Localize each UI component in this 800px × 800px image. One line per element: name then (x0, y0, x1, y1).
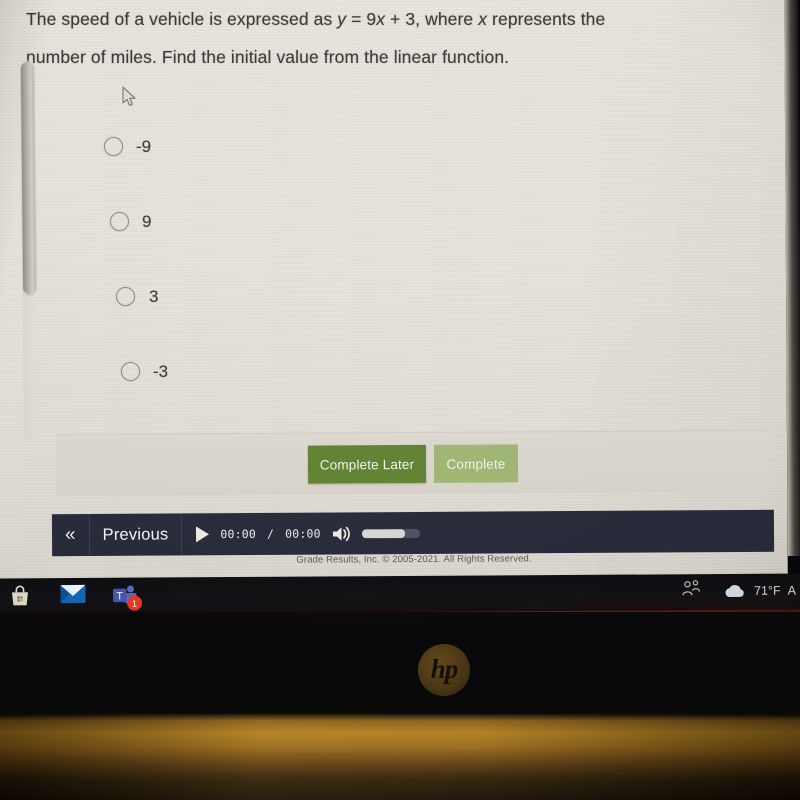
hp-logo: hp (418, 644, 470, 696)
question-line1-part-d: represents the (487, 9, 606, 29)
variable-x-2: x (478, 9, 488, 29)
answer-option-label: -9 (136, 137, 152, 156)
variable-y: y (337, 9, 347, 29)
cloud-icon (725, 585, 744, 597)
desk-surface (0, 714, 800, 800)
mouse-pointer-icon (122, 86, 136, 107)
weather-widget[interactable]: 71°F A (723, 583, 796, 599)
microsoft-teams-icon[interactable]: T 1 (112, 584, 143, 611)
question-line1-part-c: + 3, where (385, 9, 479, 29)
media-controls: 00:00 / 00:00 (182, 512, 434, 556)
total-time: 00:00 (285, 526, 321, 541)
radio-button-icon[interactable] (121, 362, 140, 381)
radio-button-icon[interactable] (110, 212, 129, 231)
complete-later-button[interactable]: Complete Later (307, 444, 427, 484)
question-line1-part-b: = 9 (346, 9, 377, 29)
laptop-photo: The speed of a vehicle is expressed as y… (0, 0, 800, 800)
play-icon[interactable] (196, 526, 210, 543)
svg-text:T: T (116, 590, 123, 602)
complete-button[interactable]: Complete (433, 444, 519, 483)
weather-condition: A (787, 583, 797, 598)
previous-button[interactable]: Previous (89, 513, 183, 556)
answer-option-label: 9 (142, 212, 152, 231)
answer-options-list: -9 9 3 -3 (0, 128, 560, 428)
time-separator: / (266, 526, 275, 541)
answer-option[interactable]: 3 (0, 278, 560, 353)
answer-option[interactable]: -3 (0, 353, 560, 428)
previous-chevron-button[interactable]: « (51, 513, 90, 557)
answer-option[interactable]: 9 (0, 203, 560, 278)
action-bar: Complete Later Complete (55, 430, 771, 496)
speaker-icon[interactable] (332, 525, 351, 542)
current-time: 00:00 (220, 526, 257, 542)
microsoft-store-icon[interactable] (8, 584, 34, 608)
teams-notification-badge: 1 (126, 595, 143, 611)
answer-option-label: -3 (153, 362, 169, 381)
radio-button-icon[interactable] (116, 287, 135, 306)
question-line2: number of miles. Find the initial value … (26, 47, 510, 67)
volume-slider-fill (361, 528, 405, 538)
volume-slider[interactable] (361, 528, 420, 538)
answer-option-label: 3 (149, 287, 159, 306)
weather-temperature: 71°F (754, 583, 781, 598)
taskbar-system-tray: 71°F A (681, 579, 796, 604)
screen-right-edge (784, 0, 800, 557)
variable-x: x (376, 9, 386, 29)
double-chevron-left-icon: « (64, 524, 76, 546)
people-icon[interactable] (681, 579, 701, 603)
player-navigation-bar: « Previous 00:00 / 00:00 (51, 509, 775, 557)
question-text: The speed of a vehicle is expressed as y… (26, 0, 788, 76)
answer-option[interactable]: -9 (0, 128, 560, 203)
question-line1-part-a: The speed of a vehicle is expressed as (26, 9, 338, 29)
mail-icon[interactable] (60, 584, 86, 608)
previous-label: Previous (102, 524, 169, 544)
laptop-bezel (0, 612, 800, 718)
radio-button-icon[interactable] (104, 137, 123, 156)
hp-logo-text: hp (430, 653, 459, 684)
taskbar-pinned-apps: T 1 (8, 584, 143, 611)
